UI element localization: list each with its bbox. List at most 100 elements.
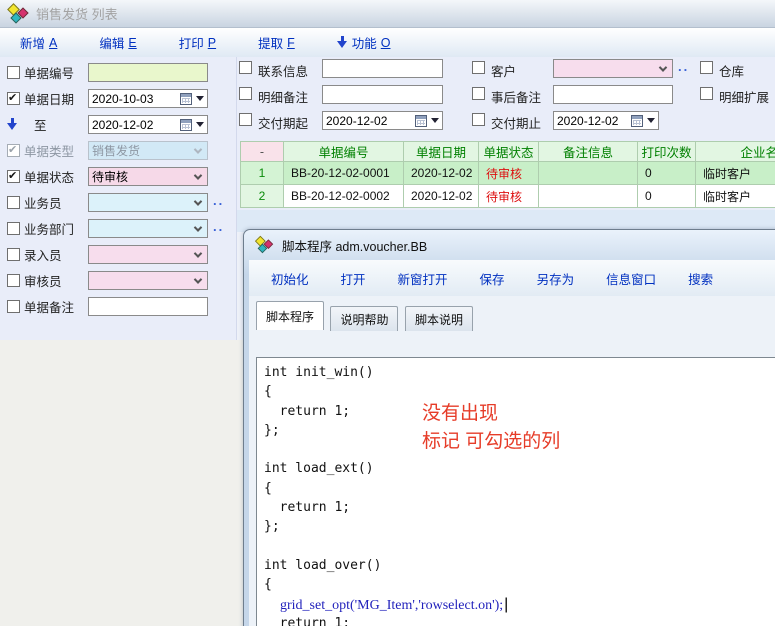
filter-top-row-3: 交付期起 2020-12-02 交付期止 2020-12-02	[237, 111, 775, 130]
tab-help[interactable]: 说明帮助	[330, 306, 398, 331]
cell-company[interactable]: 临时客户	[696, 185, 775, 208]
filter-row-doc-remark: 单据备注	[0, 297, 236, 316]
dropdown-arrow-icon[interactable]	[431, 118, 439, 127]
dropdown-arrow-icon[interactable]	[196, 96, 204, 105]
row-number[interactable]: 2	[241, 185, 284, 208]
cell-doc-date[interactable]: 2020-12-02	[404, 185, 479, 208]
chevron-down-icon[interactable]	[659, 63, 667, 71]
customer-combo[interactable]	[553, 59, 673, 78]
after-remark-input[interactable]	[553, 85, 673, 104]
new-button[interactable]: 新增A	[20, 33, 57, 52]
cell-remark[interactable]	[539, 162, 638, 185]
calendar-icon[interactable]	[415, 115, 427, 127]
delivery-end-input[interactable]: 2020-12-02	[553, 111, 659, 130]
chevron-down-icon[interactable]	[194, 275, 202, 283]
calendar-icon[interactable]	[631, 115, 643, 127]
cell-print-count[interactable]: 0	[638, 162, 696, 185]
checkbox-department[interactable]	[7, 222, 20, 235]
salesperson-more-button[interactable]: ..	[213, 193, 224, 208]
grid-header-corner[interactable]: -	[241, 142, 284, 162]
checkbox-auditor[interactable]	[7, 274, 20, 287]
checkbox-after-remark[interactable]	[472, 87, 485, 100]
doc-date-to-input[interactable]: 2020-12-02	[88, 115, 208, 134]
edit-button[interactable]: 编辑E	[99, 33, 136, 52]
doc-remark-input[interactable]	[88, 297, 208, 316]
department-more-button[interactable]: ..	[213, 219, 224, 234]
grid-header-doc-status[interactable]: 单据状态	[479, 142, 539, 162]
grid-header-remark[interactable]: 备注信息	[539, 142, 638, 162]
save-button[interactable]: 保存	[480, 269, 505, 288]
doc-date-from-input[interactable]: 2020-10-03	[88, 89, 208, 108]
checkbox-doc-number[interactable]	[7, 66, 20, 79]
grid-header-company[interactable]: 企业名称	[696, 142, 775, 162]
checkbox-contact-info[interactable]	[239, 61, 252, 74]
checkbox-detail-remark[interactable]	[239, 87, 252, 100]
initialize-button[interactable]: 初始化	[271, 269, 309, 288]
print-button-label: 打印	[179, 33, 204, 52]
code-editor[interactable]: int init_win() { return 1; }; int load_e…	[256, 357, 775, 626]
grid-header-print-count[interactable]: 打印次数	[638, 142, 696, 162]
main-toolbar: 新增A 编辑E 打印P 提取F 功能O	[0, 28, 775, 57]
checkbox-doc-date[interactable]	[7, 92, 20, 105]
label-delivery-start: 交付期起	[258, 113, 308, 132]
row-number[interactable]: 1	[241, 162, 284, 185]
label-after-remark: 事后备注	[491, 87, 541, 106]
extract-button[interactable]: 提取F	[258, 33, 295, 52]
chevron-down-icon[interactable]	[194, 249, 202, 257]
grid-row-1[interactable]: 1 BB-20-12-02-0001 2020-12-02 待审核 0 临时客户	[241, 162, 775, 185]
save-as-button[interactable]: 另存为	[537, 269, 575, 288]
info-window-button[interactable]: 信息窗口	[606, 269, 656, 288]
checkbox-delivery-start[interactable]	[239, 113, 252, 126]
doc-number-input[interactable]	[88, 63, 208, 82]
cell-doc-status[interactable]: 待审核	[479, 185, 539, 208]
open-button[interactable]: 打开	[341, 269, 366, 288]
contact-info-input[interactable]	[322, 59, 443, 78]
open-new-window-button[interactable]: 新窗打开	[398, 269, 448, 288]
checkbox-warehouse[interactable]	[700, 61, 713, 74]
checkbox-doc-remark[interactable]	[7, 300, 20, 313]
entry-clerk-combo[interactable]	[88, 245, 208, 264]
doc-type-combo[interactable]: 销售发货	[88, 141, 208, 160]
checkbox-doc-status[interactable]	[7, 170, 20, 183]
filter-row-doc-status: 单据状态 待审核	[0, 167, 236, 186]
tab-script-program[interactable]: 脚本程序	[256, 301, 324, 330]
customer-more-button[interactable]: ..	[678, 59, 689, 74]
function-button[interactable]: 功能O	[337, 33, 391, 52]
grid-header-doc-number[interactable]: 单据编号	[284, 142, 404, 162]
dropdown-arrow-icon[interactable]	[196, 122, 204, 131]
auditor-combo[interactable]	[88, 271, 208, 290]
doc-status-combo[interactable]: 待审核	[88, 167, 208, 186]
tab-script-description[interactable]: 脚本说明	[405, 306, 473, 331]
checkbox-detail-expand[interactable]	[700, 87, 713, 100]
print-button[interactable]: 打印P	[179, 33, 216, 52]
department-combo[interactable]	[88, 219, 208, 238]
cell-print-count[interactable]: 0	[638, 185, 696, 208]
cell-company[interactable]: 临时客户	[696, 162, 775, 185]
cell-doc-number[interactable]: BB-20-12-02-0002	[284, 185, 404, 208]
cell-remark[interactable]	[539, 185, 638, 208]
cell-doc-status[interactable]: 待审核	[479, 162, 539, 185]
checkbox-doc-type[interactable]	[7, 144, 20, 157]
cell-doc-number[interactable]: BB-20-12-02-0001	[284, 162, 404, 185]
checkbox-customer[interactable]	[472, 61, 485, 74]
grid-header-doc-date[interactable]: 单据日期	[404, 142, 479, 162]
checkbox-delivery-end[interactable]	[472, 113, 485, 126]
calendar-icon[interactable]	[180, 119, 192, 131]
salesperson-combo[interactable]	[88, 193, 208, 212]
checkbox-salesperson[interactable]	[7, 196, 20, 209]
calendar-icon[interactable]	[180, 93, 192, 105]
dialog-titlebar[interactable]: 脚本程序 adm.voucher.BB	[244, 230, 775, 260]
dialog-body: 初始化 打开 新窗打开 保存 另存为 信息窗口 搜索 脚本程序 说明帮助 脚本说…	[249, 260, 775, 626]
main-window-titlebar[interactable]: 销售发货 列表	[0, 0, 775, 28]
cell-doc-date[interactable]: 2020-12-02	[404, 162, 479, 185]
checkbox-entry-clerk[interactable]	[7, 248, 20, 261]
grid-row-2[interactable]: 2 BB-20-12-02-0002 2020-12-02 待审核 0 临时客户	[241, 185, 775, 208]
chevron-down-icon[interactable]	[194, 171, 202, 179]
delivery-start-input[interactable]: 2020-12-02	[322, 111, 443, 130]
dropdown-arrow-icon[interactable]	[647, 118, 655, 127]
chevron-down-icon[interactable]	[194, 223, 202, 231]
search-button[interactable]: 搜索	[688, 269, 713, 288]
annotation-line-1: 没有出现	[422, 400, 560, 428]
detail-remark-input[interactable]	[322, 85, 443, 104]
chevron-down-icon[interactable]	[194, 197, 202, 205]
